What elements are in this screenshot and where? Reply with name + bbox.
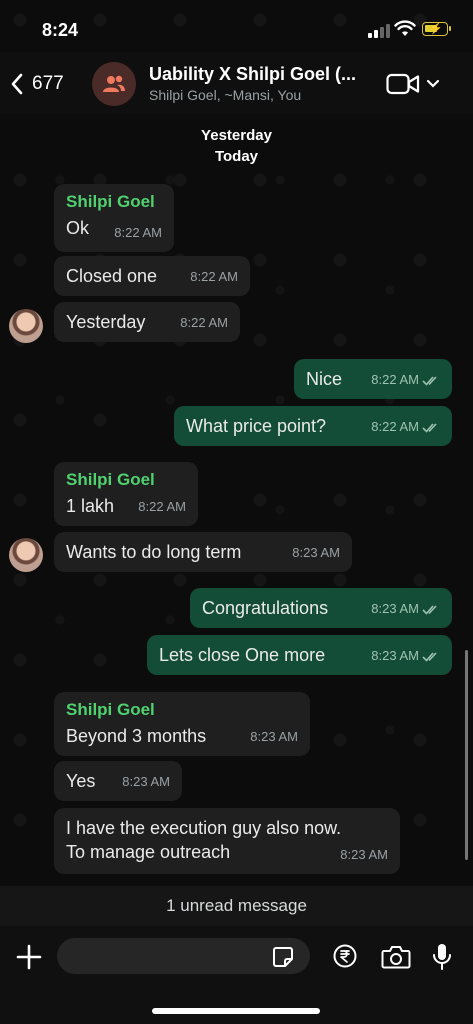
- status-bar: 8:24 ⚡: [0, 0, 473, 52]
- wifi-icon: [394, 20, 416, 36]
- message-bubble[interactable]: What price point? 8:22 AM: [174, 406, 452, 446]
- message-text: Lets close One more: [159, 645, 326, 665]
- status-time: 8:24: [42, 20, 79, 40]
- message-text: Congratulations: [202, 598, 329, 618]
- unread-message-banner[interactable]: 1 unread message: [0, 886, 473, 926]
- double-check-icon: [422, 605, 437, 615]
- message-time: 8:22 AM: [138, 499, 186, 514]
- message-time: 8:23 AM: [250, 729, 298, 744]
- message-bubble[interactable]: Wants to do long term 8:23 AM: [54, 532, 352, 572]
- video-call-button[interactable]: [386, 70, 440, 98]
- message-text: Beyond 3 months: [66, 726, 207, 746]
- camera-icon[interactable]: [381, 944, 411, 970]
- message-bubble[interactable]: Yesterday 8:22 AM: [54, 302, 240, 342]
- message-text: What price point?: [186, 416, 327, 436]
- message-text: Yesterday: [66, 312, 146, 332]
- message-time: 8:23 AM: [122, 774, 170, 789]
- unread-chats-count: 677: [32, 73, 64, 94]
- group-icon: [103, 75, 125, 92]
- sender-avatar[interactable]: [9, 538, 43, 572]
- double-check-icon: [422, 652, 437, 662]
- message-bubble[interactable]: I have the execution guy also now. To ma…: [54, 808, 400, 874]
- message-bubble[interactable]: Yes 8:23 AM: [54, 761, 182, 801]
- message-meta: 8:23 AM: [371, 644, 440, 668]
- message-composer: [0, 926, 473, 1024]
- message-text: Closed one: [66, 266, 158, 286]
- back-chevron-icon: [11, 73, 23, 95]
- message-time: 8:23 AM: [371, 648, 419, 663]
- message-time: 8:22 AM: [371, 372, 419, 387]
- double-check-icon: [422, 376, 437, 386]
- message-time: 8:22 AM: [190, 269, 238, 284]
- sender-name: Shilpi Goel: [66, 470, 155, 489]
- message-bubble[interactable]: Shilpi Goel 1 lakh 8:22 AM: [54, 462, 198, 526]
- message-text: Wants to do long term: [66, 542, 242, 562]
- chat-participants[interactable]: Shilpi Goel, ~Mansi, You: [149, 87, 301, 103]
- message-bubble[interactable]: Closed one 8:22 AM: [54, 256, 250, 296]
- date-chip-yesterday: Yesterday: [201, 127, 272, 144]
- chat-header: 677 Uability X Shilpi Goel (... Shilpi G…: [0, 52, 473, 114]
- battery-charging-icon: ⚡: [422, 22, 451, 36]
- message-bubble[interactable]: Nice 8:22 AM: [294, 359, 452, 399]
- message-time: 8:23 AM: [292, 545, 340, 560]
- sender-avatar[interactable]: [9, 309, 43, 343]
- cellular-signal-icon: [368, 24, 390, 38]
- sender-name: Shilpi Goel: [66, 700, 155, 719]
- message-text: Nice: [306, 369, 343, 389]
- message-meta: 8:22 AM: [371, 368, 440, 392]
- message-bubble[interactable]: Shilpi Goel Beyond 3 months 8:23 AM: [54, 692, 310, 756]
- message-text: 1 lakh: [66, 496, 115, 516]
- double-check-icon: [422, 423, 437, 433]
- message-text: Yes: [66, 771, 96, 791]
- date-chip-today: Today: [214, 148, 259, 165]
- message-meta: 8:22 AM: [371, 415, 440, 439]
- video-call-icon: [386, 73, 420, 95]
- chevron-down-icon: [426, 79, 440, 88]
- message-time: 8:22 AM: [371, 419, 419, 434]
- message-bubble[interactable]: Congratulations 8:23 AM: [190, 588, 452, 628]
- chat-scrollbar[interactable]: [465, 650, 468, 860]
- rupee-icon[interactable]: [333, 944, 357, 968]
- message-text-line: I have the execution guy also now.: [66, 818, 342, 838]
- group-avatar[interactable]: [92, 62, 136, 106]
- message-meta: 8:23 AM: [371, 597, 440, 621]
- back-button[interactable]: 677: [10, 68, 70, 100]
- sender-name: Shilpi Goel: [66, 192, 155, 211]
- message-time: 8:22 AM: [180, 315, 228, 330]
- message-time: 8:23 AM: [340, 847, 388, 862]
- message-time: 8:23 AM: [371, 601, 419, 616]
- chat-title[interactable]: Uability X Shilpi Goel (...: [149, 64, 356, 85]
- message-text: Ok: [66, 218, 90, 238]
- sticker-icon[interactable]: [272, 946, 294, 968]
- message-bubble[interactable]: Lets close One more 8:23 AM: [147, 635, 452, 675]
- microphone-icon[interactable]: [432, 942, 452, 972]
- message-time: 8:22 AM: [114, 225, 162, 240]
- home-indicator[interactable]: [152, 1008, 320, 1014]
- message-bubble[interactable]: Shilpi Goel Ok 8:22 AM: [54, 184, 174, 252]
- plus-icon[interactable]: [14, 942, 44, 972]
